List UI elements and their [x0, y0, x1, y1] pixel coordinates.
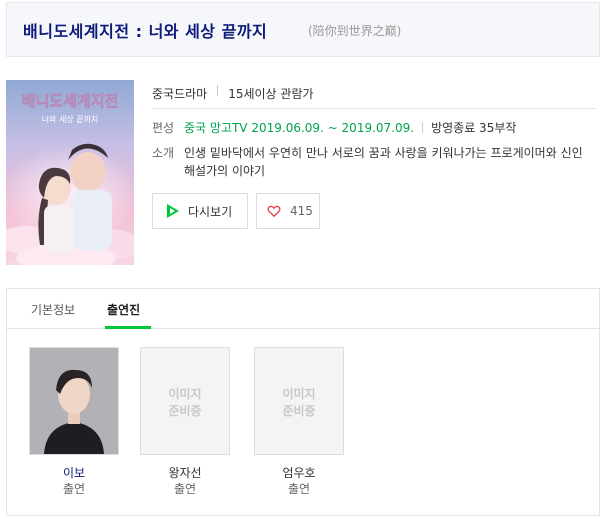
schedule-row: 편성 중국 망고TV 2019.06.09. ~ 2019.07.09. 방영종료…	[152, 119, 596, 137]
poster-image: 배니도세계지전 너와 세상 끝까지	[6, 80, 134, 265]
tab-cast[interactable]: 출연진	[107, 301, 140, 318]
heart-icon	[267, 205, 281, 218]
cast-card[interactable]: 이미지 준비중 엄우호 출연	[254, 347, 344, 497]
cast-card[interactable]: 이미지 준비중 왕자선 출연	[140, 347, 230, 497]
intro-row: 소개 인생 밑바닥에서 우연히 만나 서로의 꿈과 사랑을 키워나가는 프로게이…	[152, 144, 596, 184]
channel-link[interactable]: 중국 망고TV	[184, 121, 248, 135]
schedule-value: 중국 망고TV 2019.06.09. ~ 2019.07.09. 방영종료 35…	[184, 119, 516, 137]
broadcast-period: 2019.06.09. ~ 2019.07.09.	[251, 121, 415, 135]
cast-name[interactable]: 왕자선	[140, 465, 230, 481]
divider	[422, 122, 424, 133]
replay-label: 다시보기	[188, 204, 233, 219]
cast-role: 출연	[287, 482, 311, 496]
replay-button[interactable]: 다시보기	[152, 193, 248, 229]
cast-photo-placeholder[interactable]: 이미지 준비중	[140, 347, 230, 455]
actor-photo	[30, 348, 118, 454]
like-button[interactable]: 415	[256, 193, 320, 229]
intro-text: 인생 밑바닥에서 우연히 만나 서로의 꿈과 사랑을 키워나가는 프로게이머와 …	[184, 146, 583, 178]
active-tab-indicator	[105, 326, 151, 329]
cast-name[interactable]: 이보	[29, 465, 119, 481]
detail-panel: 기본정보 출연진 이보 출연 이미지 준비중 왕자선 출연 이미지 준비중 엄우…	[6, 288, 600, 516]
cast-photo[interactable]	[29, 347, 119, 455]
cast-role: 출연	[173, 482, 197, 496]
meta-row: 중국드라마 15세이상 관람가	[152, 81, 596, 109]
broadcast-status: 방영종료 35부작	[431, 121, 517, 135]
tab-basic-info[interactable]: 기본정보	[31, 301, 75, 318]
drama-title[interactable]: 배니도세계지전 : 너와 세상 끝까지	[23, 18, 267, 42]
drama-poster[interactable]: 배니도세계지전 너와 세상 끝까지	[6, 80, 134, 265]
like-count: 415	[290, 204, 313, 218]
cast-card[interactable]: 이보 출연	[29, 347, 119, 497]
cast-name[interactable]: 엄우호	[254, 465, 344, 481]
image-pending-text: 이미지 준비중	[168, 387, 202, 418]
tab-bar: 기본정보 출연진	[7, 289, 599, 329]
poster-subtitle-text: 너와 세상 끝까지	[42, 114, 99, 124]
schedule-label: 편성	[152, 121, 175, 135]
image-pending-text: 이미지 준비중	[282, 387, 316, 418]
play-icon	[167, 204, 179, 218]
original-title: (陪你到世界之巅)	[308, 24, 402, 38]
cast-photo-placeholder[interactable]: 이미지 준비중	[254, 347, 344, 455]
divider	[217, 85, 219, 96]
intro-label: 소개	[152, 146, 175, 160]
title-header: 배니도세계지전 : 너와 세상 끝까지 (陪你到世界之巅)	[6, 2, 600, 57]
genre-label[interactable]: 중국드라마	[152, 85, 207, 102]
poster-title-text: 배니도세계지전	[22, 92, 119, 110]
age-rating: 15세이상 관람가	[228, 87, 314, 101]
cast-role: 출연	[62, 482, 86, 496]
